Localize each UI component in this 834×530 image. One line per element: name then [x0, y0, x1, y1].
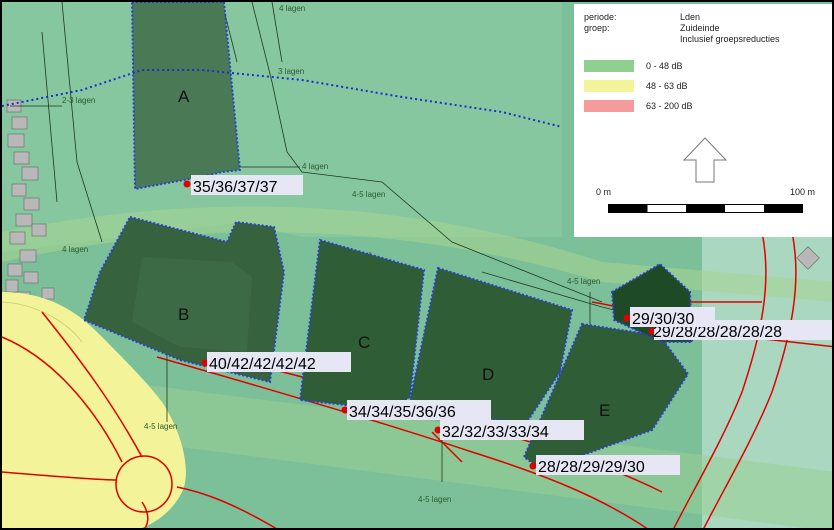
receiver-point: 35/36/37/37	[183, 175, 303, 196]
point-label: 29/30/30	[632, 311, 694, 328]
building-label-e: E	[599, 401, 610, 420]
scale-start-label: 0 m	[596, 187, 612, 197]
legend-swatch-low	[584, 60, 634, 72]
floor-label: 4-5 lagen	[352, 190, 385, 199]
legend-class-label: 63 - 200 dB	[646, 101, 693, 111]
point-label: 40/42/42/42/42	[209, 356, 316, 373]
legend-periode-key: periode:	[584, 12, 617, 22]
floor-label: 3 lagen	[278, 67, 304, 76]
floor-label: 2-3 lagen	[62, 96, 95, 105]
legend-swatch-mid	[584, 80, 634, 92]
legend-class-label: 0 - 48 dB	[646, 61, 683, 71]
floor-label: 4 lagen	[302, 162, 328, 171]
legend-groep-value: Zuideinde	[680, 23, 720, 33]
scale-end-label: 100 m	[790, 187, 816, 197]
point-label: 35/36/37/37	[193, 179, 278, 196]
north-arrow-icon	[682, 137, 728, 183]
legend-groep-note: Inclusief groepsreducties	[680, 34, 780, 44]
receiver-point: 32/32/33/33/34	[434, 420, 584, 441]
receiver-point: 29/30/30	[623, 307, 715, 328]
legend-panel: periode: Lden groep: Zuideinde Inclusief…	[574, 4, 832, 237]
map-frame: A B C D E 4 lagen 2-3 lagen 3 lagen 4 la…	[0, 0, 834, 530]
floor-label: 4-5 lagen	[418, 495, 451, 504]
building-C	[298, 238, 426, 412]
point-label: 34/34/35/36/36	[349, 404, 456, 421]
building-label-b: B	[178, 305, 189, 324]
legend-groep-key: groep:	[584, 23, 610, 33]
receiver-point: 34/34/35/36/36	[341, 400, 491, 421]
floor-label: 4 lagen	[62, 245, 88, 254]
floor-label: 4-5 lagen	[144, 422, 177, 431]
legend-swatch-high	[584, 100, 634, 112]
receiver-point: 28/28/29/29/30	[529, 455, 680, 476]
floor-label: 4 lagen	[279, 4, 305, 13]
building-label-c: C	[358, 333, 370, 352]
scale-bar	[608, 204, 803, 213]
legend-periode-value: Lden	[680, 12, 701, 22]
point-label: 32/32/33/33/34	[442, 424, 549, 441]
receiver-point: 40/42/42/42/42	[201, 352, 351, 373]
building-label-d: D	[482, 365, 494, 384]
building-label-a: A	[178, 87, 190, 106]
legend-class-label: 48 - 63 dB	[646, 81, 688, 91]
floor-label: 4-5 lagen	[567, 277, 600, 286]
point-label: 28/28/29/29/30	[538, 459, 645, 476]
